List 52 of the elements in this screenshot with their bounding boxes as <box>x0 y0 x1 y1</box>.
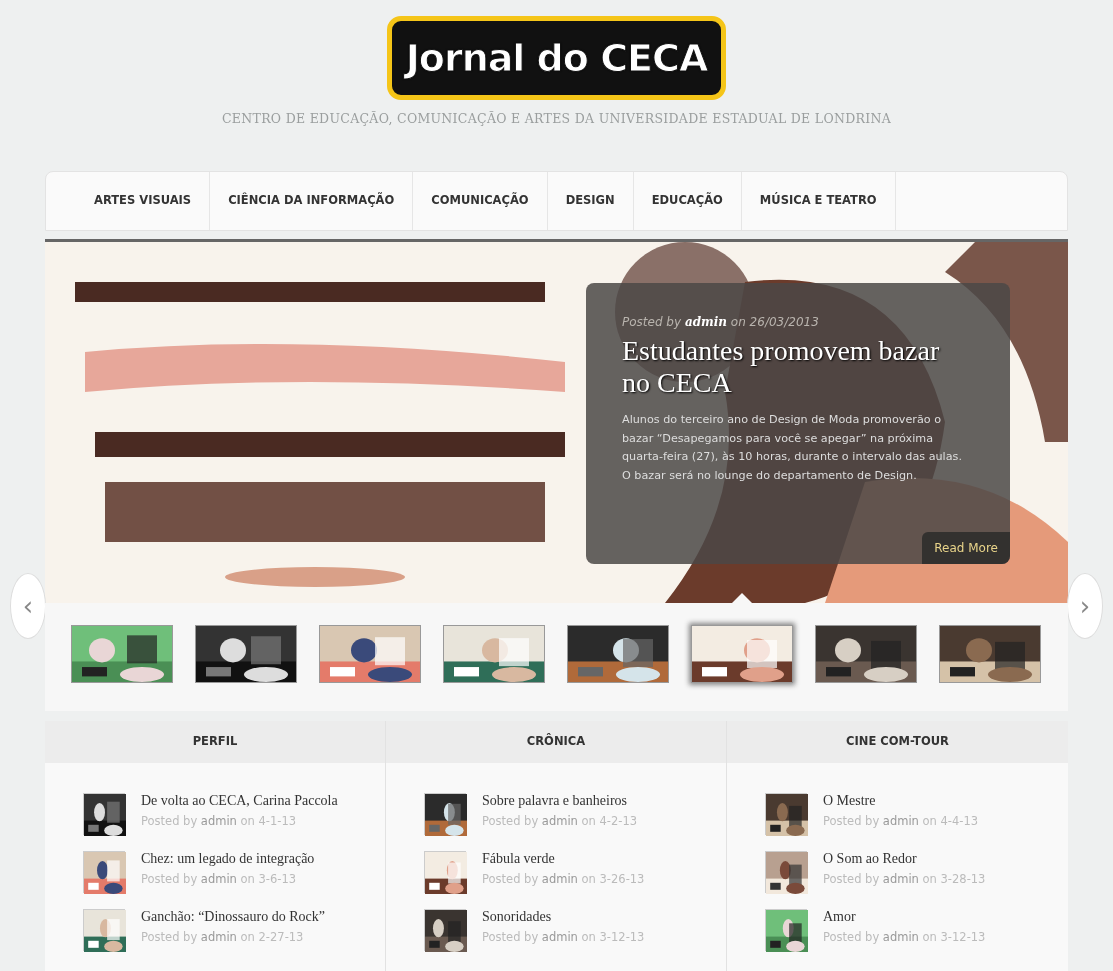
column-heading: PERFIL <box>192 733 238 751</box>
post-title[interactable]: De volta ao CECA, Carina Paccola <box>141 792 338 810</box>
post-thumbnail[interactable] <box>424 908 466 951</box>
site-tagline: CENTRO DE EDUCAÇÃO, COMUNICAÇÃO E ARTES DA UNIVERSIDADE ESTADUAL DE LONDRINA <box>220 110 892 128</box>
nav-link[interactable]: ARTES VISUAIS <box>76 171 211 230</box>
post-meta: Posted by admin on 3-12-13 <box>482 928 645 946</box>
column-heading: CINE COM-TOUR <box>846 733 949 751</box>
post-meta: Posted by admin on 2-27-13 <box>141 928 305 946</box>
previous-button[interactable]: ‹ <box>10 572 46 639</box>
post-meta: Posted by admin on 3-26-13 <box>482 870 645 888</box>
post-title[interactable]: Ganchão: “Dinossauro do Rock” <box>141 908 325 926</box>
thumbnail[interactable] <box>319 624 421 683</box>
post-thumbnail[interactable] <box>424 792 466 835</box>
post-meta: Posted by admin on 4-1-13 <box>141 812 298 830</box>
post-meta: Posted by admin on 3-28-13 <box>823 870 986 888</box>
post-meta: Posted by admin on 3-12-13 <box>823 928 986 946</box>
nav-link[interactable]: COMUNICAÇÃO <box>413 171 548 230</box>
logo[interactable]: Jornal do CECA <box>386 16 727 100</box>
thumbnail[interactable] <box>691 624 793 683</box>
post-meta: Posted by admin on 4-2-13 <box>482 812 638 830</box>
post-thumbnail[interactable] <box>83 908 125 951</box>
post-thumbnail[interactable] <box>765 908 807 951</box>
nav-link[interactable]: MÚSICA E TEATRO <box>741 171 896 230</box>
thumbnail[interactable] <box>443 624 545 683</box>
post-title[interactable]: O Som ao Redor <box>823 850 986 868</box>
post-title[interactable]: O Mestre <box>823 792 979 810</box>
thumbnail[interactable] <box>815 624 917 683</box>
slide-title[interactable]: Estudantes promovem bazar no CECA <box>622 334 974 400</box>
slide-excerpt: Alunos do terceiro ano de Design de Moda promoverão o bazar “Desapegamos para você se apegar” na próxima quarta-feira (27), às 10 horas, durante o intervalo das aulas. O bazar será no lounge do departamento de Design. <box>622 412 963 484</box>
post-meta: Posted by admin on 3-6-13 <box>141 870 298 888</box>
thumbnail[interactable] <box>939 624 1041 683</box>
next-button[interactable]: › <box>1067 572 1103 639</box>
nav-link[interactable]: CIÊNCIA DA INFORMAÇÃO <box>210 171 414 230</box>
nav-link[interactable]: DESIGN <box>547 171 634 230</box>
post-title[interactable]: Sobre palavra e banheiros <box>482 792 638 810</box>
post-meta: Posted by admin on 4-4-13 <box>823 812 979 830</box>
post-thumbnail[interactable] <box>83 792 125 835</box>
post-thumbnail[interactable] <box>765 850 807 893</box>
thumbnail[interactable] <box>567 624 669 683</box>
thumbnail[interactable] <box>195 624 297 683</box>
post-thumbnail[interactable] <box>765 792 807 835</box>
nav-link[interactable]: EDUCAÇÃO <box>633 171 742 230</box>
post-title[interactable]: Fábula verde <box>482 850 645 868</box>
column-heading: CRÔNICA <box>526 733 586 751</box>
post-meta: Posted by admin on 26/03/2013 <box>622 313 820 331</box>
post-title[interactable]: Amor <box>823 908 986 926</box>
read-more-button[interactable]: Read More <box>922 531 1010 564</box>
post-thumbnail[interactable] <box>83 850 125 893</box>
thumbnail[interactable] <box>71 624 173 683</box>
post-title[interactable]: Chez: um legado de integração <box>141 850 315 868</box>
post-thumbnail[interactable] <box>424 850 466 893</box>
post-title[interactable]: Sonoridades <box>482 908 645 926</box>
